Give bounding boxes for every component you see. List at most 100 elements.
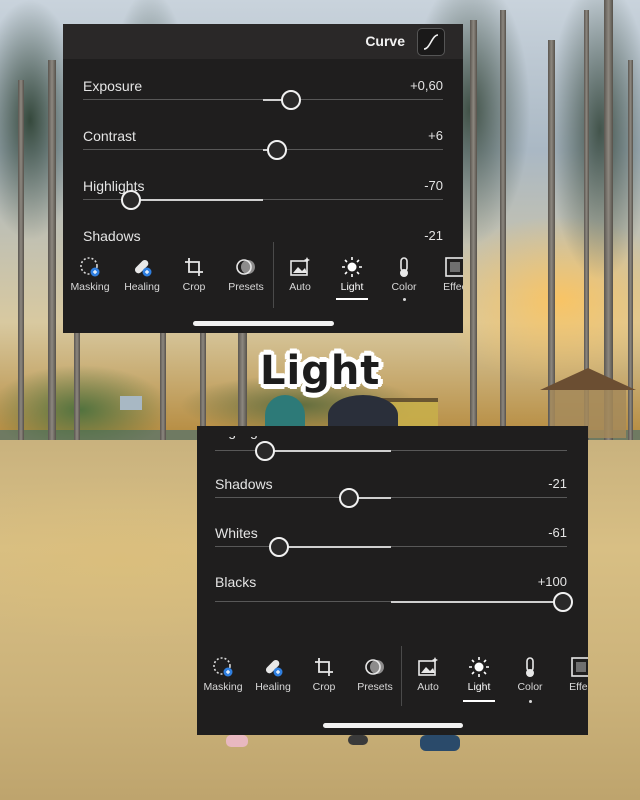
slider-thumb[interactable]: [553, 592, 573, 612]
slider-label: Whites: [215, 525, 258, 541]
tool-crop[interactable]: Crop: [298, 650, 350, 693]
slider-thumb[interactable]: [339, 488, 359, 508]
tool-healing[interactable]: Healing: [247, 650, 299, 693]
slider-fill: [279, 545, 391, 548]
curve-header: Curve: [63, 24, 463, 59]
tool-label: Effec: [569, 681, 588, 693]
tool-crop[interactable]: Crop: [168, 250, 220, 293]
tone-curve-button[interactable]: [417, 28, 445, 56]
tool-modified-dot: [529, 700, 532, 703]
bottom-edit-panel: Highlights -70 Shadows -21 Whites -61 Bl…: [197, 426, 588, 735]
signboard: [120, 396, 142, 410]
tree-trunk: [500, 10, 506, 440]
light-icon: [469, 657, 489, 677]
tool-color[interactable]: Color: [504, 650, 556, 693]
slider-thumb[interactable]: [267, 140, 287, 160]
blacks-slider[interactable]: Blacks +100: [215, 574, 573, 614]
tool-light[interactable]: Light: [326, 250, 378, 293]
tool-label: Light: [467, 681, 491, 693]
whites-slider[interactable]: Whites -61: [215, 525, 567, 565]
tool-label: Healing: [124, 281, 160, 293]
active-tab-indicator: [463, 700, 495, 702]
slider-track[interactable]: [215, 488, 567, 508]
slider-label: Shadows: [215, 476, 273, 492]
slider-label: Contrast: [83, 128, 136, 144]
tool-label: Color: [517, 681, 543, 693]
scroll-mask: [197, 426, 588, 436]
slider-label: Blacks: [215, 574, 257, 590]
tool-label: Presets: [357, 681, 393, 693]
tool-label: Light: [340, 281, 364, 293]
crop-icon: [315, 658, 333, 676]
masking-icon: [80, 257, 100, 277]
slider-track[interactable]: [215, 441, 567, 461]
tool-label: Color: [391, 281, 417, 293]
tool-modified-dot: [403, 298, 406, 301]
edit-toolbar: Masking Healing Crop Presets Auto Light …: [63, 242, 463, 310]
contrast-slider[interactable]: Contrast +6: [83, 128, 443, 168]
edit-toolbar: Masking Healing Crop Presets Auto Light …: [197, 646, 588, 710]
tool-label: Crop: [182, 281, 206, 293]
masking-icon: [213, 657, 233, 677]
slider-value: +6: [428, 128, 443, 143]
slider-label: Exposure: [83, 78, 143, 94]
tree-trunk: [48, 60, 56, 445]
shadows-slider[interactable]: Shadows -21: [215, 476, 567, 516]
tool-label: Effec: [443, 281, 463, 293]
healing-icon: [265, 659, 283, 677]
curve-label: Curve: [365, 33, 405, 49]
tree-trunk: [160, 330, 166, 445]
slider-thumb[interactable]: [269, 537, 289, 557]
foot: [420, 735, 460, 751]
tool-presets[interactable]: Presets: [220, 250, 272, 293]
tool-label: Auto: [417, 681, 439, 693]
home-indicator: [193, 321, 334, 326]
tree-trunk: [238, 330, 247, 440]
slider-value: +0,60: [410, 78, 443, 93]
slider-track[interactable]: [83, 190, 443, 210]
slider-value: -70: [424, 178, 443, 193]
slider-fill: [263, 449, 391, 452]
tool-label: Crop: [312, 681, 336, 693]
slider-thumb[interactable]: [255, 441, 275, 461]
tool-masking[interactable]: Masking: [64, 250, 116, 293]
slider-track[interactable]: [215, 537, 567, 557]
tool-label: Masking: [70, 281, 110, 293]
exposure-slider[interactable]: Exposure +0,60: [83, 78, 443, 118]
auto-icon: [418, 657, 438, 676]
effects-icon: [445, 257, 463, 277]
slider-track[interactable]: [83, 140, 443, 160]
auto-icon: [290, 257, 310, 276]
slider-thumb[interactable]: [281, 90, 301, 110]
tool-light[interactable]: Light: [453, 650, 505, 693]
tool-auto[interactable]: Auto: [274, 250, 326, 293]
crop-icon: [185, 258, 203, 276]
home-indicator: [323, 723, 463, 728]
tool-label: Masking: [203, 681, 243, 693]
tool-color[interactable]: Color: [378, 250, 430, 293]
foot: [348, 735, 368, 745]
healing-icon: [134, 259, 152, 277]
tool-healing[interactable]: Healing: [116, 250, 168, 293]
slider-track[interactable]: [83, 90, 443, 110]
tree-trunk: [74, 330, 80, 442]
tool-presets[interactable]: Presets: [349, 650, 401, 693]
tree-trunk: [200, 330, 206, 440]
slider-value: -21: [424, 228, 443, 243]
tool-label: Healing: [255, 681, 291, 693]
highlights-slider[interactable]: Highlights -70: [83, 178, 443, 218]
presets-icon: [236, 259, 255, 275]
tree-trunk: [18, 80, 24, 440]
slider-track[interactable]: [215, 592, 573, 612]
tool-auto[interactable]: Auto: [402, 650, 454, 693]
slider-label: Shadows: [83, 228, 141, 244]
tool-masking[interactable]: Masking: [197, 650, 249, 693]
light-icon: [342, 257, 362, 277]
presets-icon: [365, 659, 384, 675]
slider-value: +100: [537, 574, 567, 589]
tool-effects[interactable]: Effec: [429, 250, 463, 293]
slider-fill: [131, 198, 263, 201]
tool-effects[interactable]: Effec: [555, 650, 588, 693]
slider-value: -61: [548, 525, 567, 540]
slider-thumb[interactable]: [121, 190, 141, 210]
